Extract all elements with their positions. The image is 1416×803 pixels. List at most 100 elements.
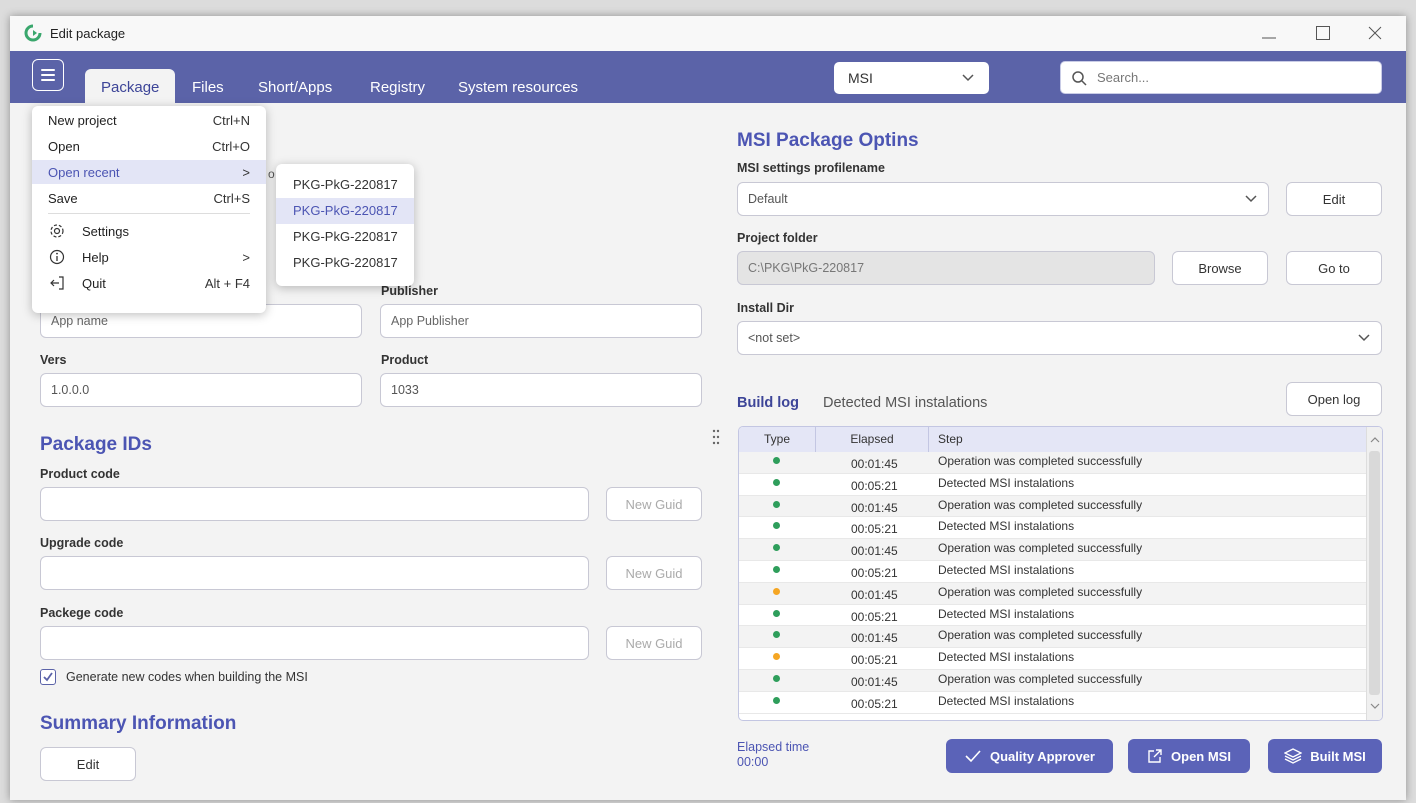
build-type-select[interactable]: MSI — [834, 62, 989, 94]
open-msi-label: Open MSI — [1171, 748, 1231, 764]
status-dot-icon — [773, 631, 780, 639]
table-row[interactable]: 00:01:45 Operation was completed successf… — [739, 626, 1366, 649]
step-cell: Operation was completed successfully — [938, 628, 1143, 643]
scroll-down-icon[interactable] — [1368, 699, 1382, 713]
go-to-button[interactable]: Go to — [1286, 251, 1382, 285]
status-dot-icon — [773, 565, 780, 573]
status-dot-icon — [773, 653, 780, 661]
profile-edit-button[interactable]: Edit — [1286, 182, 1382, 216]
table-row[interactable]: 00:01:45 Operation was completed successf… — [739, 452, 1366, 474]
generate-codes-checkbox[interactable] — [40, 669, 56, 685]
menu-separator — [48, 213, 250, 214]
minimize-button[interactable] — [1254, 22, 1284, 44]
hamburger-menu-button[interactable] — [32, 59, 64, 91]
elapsed-time-label: Elapsed time — [737, 740, 810, 754]
gear-icon — [48, 222, 66, 240]
recent-item[interactable]: PKG-PkG-220817 — [276, 198, 414, 224]
status-dot-icon — [773, 609, 780, 617]
product-code-new-guid-button[interactable]: New Guid — [606, 487, 702, 521]
menu-item-shortcut: Alt + F4 — [204, 275, 250, 291]
step-cell: Operation was completed successfully — [938, 584, 1143, 599]
column-header-elapsed[interactable]: Elapsed — [816, 427, 929, 452]
built-msi-button[interactable]: Built MSI — [1268, 739, 1382, 773]
upgrade-code-input[interactable] — [40, 556, 589, 590]
menu-item-settings[interactable]: Settings — [32, 219, 266, 243]
app-publisher-input[interactable]: App Publisher — [380, 304, 702, 338]
product-input[interactable]: 1033 — [380, 373, 702, 407]
menu-item-label: Quit — [82, 275, 106, 291]
maximize-button[interactable] — [1308, 22, 1338, 44]
status-dot-icon — [773, 544, 780, 552]
elapsed-cell: 00:01:45 — [851, 544, 898, 559]
table-row[interactable]: 00:05:21 Detected MSI instalations — [739, 561, 1366, 583]
step-cell: Operation was completed successfully — [938, 541, 1143, 556]
recent-item[interactable]: PKG-PkG-220817 — [276, 172, 414, 198]
table-header: Type Elapsed Step — [739, 427, 1366, 452]
tab-detected-msi-installations[interactable]: Detected MSI instalations — [823, 395, 987, 411]
menu-item-help[interactable]: Help > — [32, 245, 266, 269]
version-input[interactable]: 1.0.0.0 — [40, 373, 362, 407]
recent-item[interactable]: PKG-PkG-220817 — [276, 224, 414, 250]
package-code-input[interactable] — [40, 626, 589, 660]
table-row[interactable]: 00:01:45 Operation was completed successf… — [739, 539, 1366, 561]
table-row[interactable]: 00:01:45 Operation was completed successf… — [739, 582, 1366, 605]
menu-item-label: Help — [82, 249, 109, 265]
step-cell: Detected MSI instalations — [938, 650, 1075, 665]
install-dir-select[interactable]: <not set> — [737, 321, 1382, 355]
scroll-up-icon[interactable] — [1368, 433, 1382, 447]
step-cell: Operation was completed successfully — [938, 454, 1143, 468]
table-scrollbar[interactable] — [1366, 427, 1382, 720]
step-cell: Detected MSI instalations — [938, 562, 1075, 577]
checkmark-icon — [965, 750, 981, 763]
search-input[interactable] — [1095, 69, 1359, 86]
open-log-button[interactable]: Open log — [1286, 382, 1382, 416]
summary-edit-button[interactable]: Edit — [40, 747, 136, 781]
table-row[interactable]: 00:01:45 Operation was completed successf… — [739, 669, 1366, 692]
tab-package[interactable]: Package — [85, 69, 176, 103]
package-ids-title: Package IDs — [40, 434, 152, 455]
msi-profile-label: MSI settings profilename — [737, 161, 885, 175]
table-row[interactable]: 00:05:21 Detected MSI instalations — [739, 474, 1366, 496]
table-row[interactable]: 00:05:21 Detected MSI instalations — [739, 692, 1366, 714]
upgrade-code-new-guid-button[interactable]: New Guid — [606, 556, 702, 590]
close-button[interactable] — [1360, 22, 1390, 44]
open-msi-button[interactable]: Open MSI — [1128, 739, 1250, 773]
product-code-input[interactable] — [40, 487, 589, 521]
quality-approver-button[interactable]: Quality Approver — [946, 739, 1113, 773]
scroll-thumb[interactable] — [1369, 451, 1380, 695]
menu-item-new-project[interactable]: New project Ctrl+N — [32, 108, 266, 132]
table-row[interactable]: 00:05:21 Detected MSI instalations — [739, 605, 1366, 627]
built-msi-label: Built MSI — [1310, 748, 1366, 764]
column-header-type[interactable]: Type — [739, 427, 816, 452]
menu-item-save[interactable]: Save Ctrl+S — [32, 186, 266, 210]
table-row[interactable]: 00:05:21 Detected MSI instalations — [739, 648, 1366, 670]
drag-handle-icon[interactable] — [712, 428, 720, 450]
recent-item[interactable]: PKG-PkG-220817 — [276, 250, 414, 276]
msi-profile-select[interactable]: Default — [737, 182, 1269, 216]
tab-registry[interactable]: Registry — [354, 69, 441, 103]
tab-files[interactable]: Files — [176, 69, 240, 103]
table-row[interactable]: 00:01:45 Operation was completed successf… — [739, 495, 1366, 518]
tab-system-resources[interactable]: System resources — [442, 69, 594, 103]
menu-item-open-recent[interactable]: Open recent > — [32, 160, 266, 184]
elapsed-cell: 00:01:45 — [851, 674, 898, 689]
tab-short-apps[interactable]: Short/Apps — [242, 69, 348, 103]
package-code-new-guid-button[interactable]: New Guid — [606, 626, 702, 660]
tab-build-log[interactable]: Build log — [737, 395, 799, 411]
status-dot-icon — [773, 478, 780, 486]
search-box[interactable] — [1060, 61, 1382, 94]
title-bar: Edit package — [10, 16, 1406, 51]
version-label: Vers — [40, 353, 67, 367]
elapsed-cell: 00:05:21 — [851, 565, 898, 580]
browse-button[interactable]: Browse — [1172, 251, 1268, 285]
table-row[interactable]: 00:05:21 Detected MSI instalations — [739, 517, 1366, 540]
status-dot-icon — [773, 457, 780, 464]
menu-item-open[interactable]: Open Ctrl+O — [32, 134, 266, 158]
edit-package-window: Edit package Package Files Short/Apps Re… — [10, 16, 1406, 800]
column-header-step[interactable]: Step — [929, 427, 1366, 452]
menu-item-quit[interactable]: Quit Alt + F4 — [32, 271, 266, 295]
chevron-down-icon — [1358, 334, 1370, 342]
elapsed-cell: 00:05:21 — [851, 609, 898, 624]
menu-item-shortcut: Ctrl+S — [213, 190, 250, 206]
obscured-text-fragment: o — [268, 167, 275, 181]
